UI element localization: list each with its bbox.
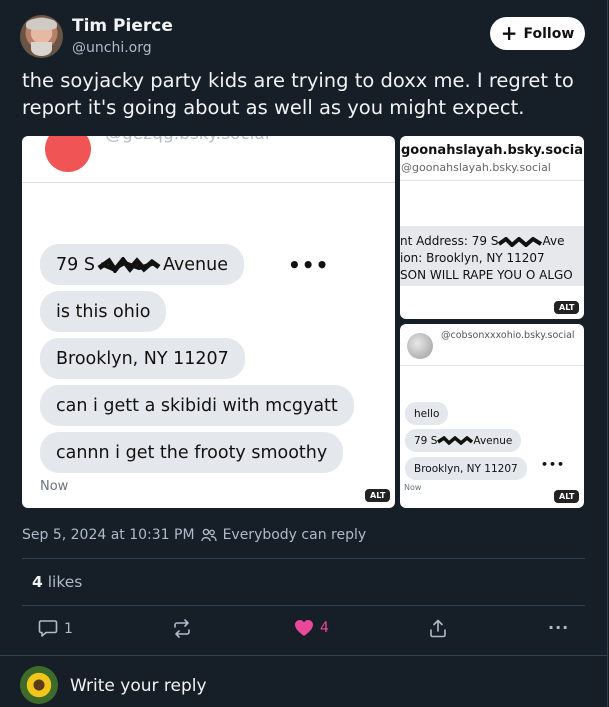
author-name[interactable]: Tim Pierce — [72, 16, 173, 36]
likes-summary[interactable]: 4 likes — [32, 573, 82, 591]
post-image-3[interactable]: @cobsonxxxohio.bsky.social hello 79 S Ave… — [400, 324, 584, 508]
avatar-hair — [26, 18, 57, 30]
divider — [22, 605, 585, 606]
people-icon — [200, 528, 217, 542]
image-handle: @cobsonxxxohio.bsky.social — [441, 330, 575, 341]
post-image-1[interactable]: @gezqg.bsky.social 79 S Avenue ••• is th… — [22, 136, 395, 508]
message-bubble: hello — [405, 402, 449, 425]
share-button[interactable] — [429, 619, 447, 638]
address-row: nt Address: 79 S Ave — [400, 234, 564, 248]
redaction-scribble — [498, 235, 543, 248]
plus-icon: + — [500, 20, 518, 45]
alt-badge[interactable]: ALT — [365, 489, 391, 502]
redaction-scribble — [437, 436, 474, 445]
post-timestamp[interactable]: Sep 5, 2024 at 10:31 PM — [22, 527, 195, 543]
message-timestamp: Now — [40, 479, 69, 494]
like-count: 4 — [320, 620, 329, 636]
message-timestamp: Now — [404, 483, 422, 492]
thread-view: Tim Pierce @unchi.org + Follow the soyja… — [0, 0, 608, 707]
redaction-scribble — [97, 256, 161, 273]
message-bubble: cannn i get the frooty smoothy — [40, 432, 344, 473]
my-avatar — [20, 666, 58, 704]
image-handle: @gezqg.bsky.social — [105, 136, 270, 144]
message-bubble-address: 79 S Avenue — [405, 429, 522, 452]
more-options-icon: ••• — [288, 253, 330, 277]
follow-label: Follow — [523, 25, 575, 42]
share-icon — [430, 619, 446, 638]
post-image-2[interactable]: goonahslayah.bsky.social @goonahslayah.b… — [400, 136, 584, 319]
post-text: the soyjacky party kids are trying to do… — [22, 69, 574, 119]
post-meta: Sep 5, 2024 at 10:31 PM Everybody can re… — [22, 527, 366, 543]
more-options-icon: ••• — [541, 458, 566, 471]
image-handle: @goonahslayah.bsky.social — [401, 161, 551, 174]
divider — [22, 558, 585, 559]
threat-row: SON WILL RAPE YOU O ALGO — [400, 268, 573, 282]
address-prefix: nt Address: 79 S — [400, 234, 499, 248]
divider — [400, 180, 584, 181]
message-bubble: Brooklyn, NY 11207 — [40, 338, 245, 379]
address-prefix: 79 S — [56, 254, 95, 275]
reply-setting[interactable]: Everybody can reply — [223, 527, 367, 543]
divider — [400, 365, 584, 366]
likes-label: likes — [47, 573, 83, 591]
alt-badge[interactable]: ALT — [554, 490, 580, 503]
follow-button[interactable]: + Follow — [490, 17, 585, 50]
heart-icon — [295, 620, 313, 636]
message-bubble: can i gett a skibidi with mcgyatt — [40, 385, 354, 426]
more-options-icon[interactable]: ··· — [548, 618, 569, 637]
image-title: goonahslayah.bsky.social — [401, 143, 584, 158]
alt-badge[interactable]: ALT — [554, 301, 580, 314]
message-bubble: Brooklyn, NY 11207 — [405, 457, 527, 480]
avatar-beard — [31, 42, 52, 56]
like-button[interactable]: 4 — [294, 619, 329, 637]
address-suffix: Avenue — [162, 254, 228, 275]
image-avatar — [45, 136, 91, 172]
message-bubble-address: 79 S Avenue — [40, 244, 244, 285]
address-suffix: Avenue — [473, 434, 513, 447]
image-avatar — [407, 333, 433, 359]
reply-button[interactable]: 1 — [38, 619, 73, 638]
location-row: ion: Brooklyn, NY 11207 — [400, 251, 545, 265]
message-bubble: is this ohio — [40, 291, 167, 332]
author-avatar[interactable] — [20, 15, 63, 58]
address-prefix: 79 S — [414, 434, 438, 447]
divider — [0, 655, 607, 656]
repost-button[interactable] — [172, 619, 192, 638]
repost-icon — [174, 619, 190, 638]
reply-count: 1 — [64, 620, 73, 637]
divider — [22, 182, 395, 183]
reply-input[interactable]: Write your reply — [70, 676, 207, 696]
reply-icon — [38, 620, 58, 637]
address-suffix: Ave — [542, 234, 565, 248]
author-handle[interactable]: @unchi.org — [72, 40, 152, 56]
likes-count: 4 — [32, 573, 43, 591]
